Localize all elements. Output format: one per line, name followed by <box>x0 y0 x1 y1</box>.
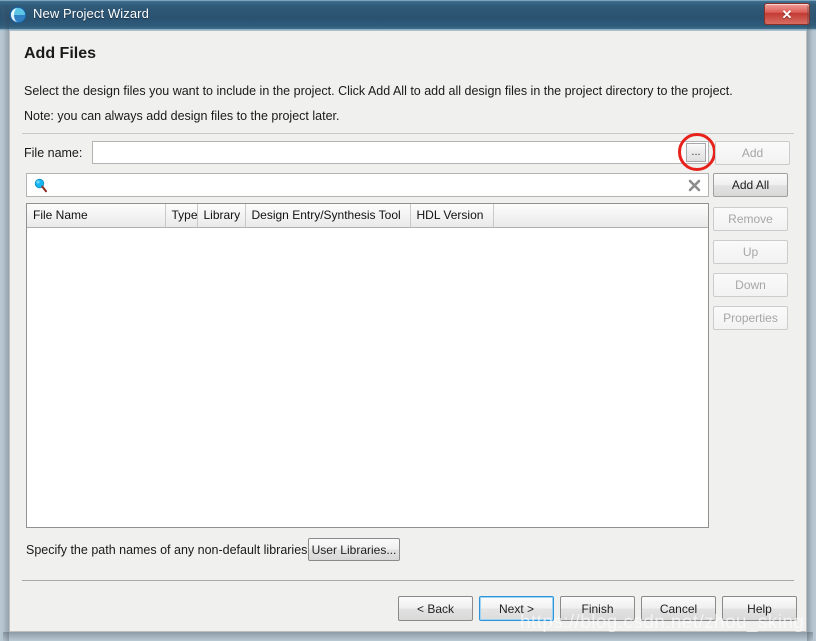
close-button[interactable]: ✕ <box>764 3 810 25</box>
title-bar[interactable]: New Project Wizard ✕ <box>0 0 816 30</box>
remove-button[interactable]: Remove <box>713 207 788 231</box>
bottom-divider <box>22 580 794 581</box>
column-header-design-entry[interactable]: Design Entry/Synthesis Tool <box>245 204 411 228</box>
column-header-hdl-version[interactable]: HDL Version <box>410 204 494 228</box>
browse-ellipsis-button[interactable]: ... <box>686 143 706 162</box>
column-header-file-name[interactable]: File Name <box>27 204 166 228</box>
add-button[interactable]: Add <box>715 141 790 165</box>
user-libraries-button[interactable]: User Libraries... <box>308 538 400 561</box>
clear-x-icon[interactable] <box>687 178 702 193</box>
file-name-input[interactable] <box>92 141 709 164</box>
file-name-label: File name: <box>24 146 83 160</box>
page-title: Add Files <box>24 45 97 62</box>
next-button[interactable]: Next > <box>479 596 554 621</box>
column-header-spacer <box>493 204 708 228</box>
page-description: Select the design files you want to incl… <box>24 84 733 98</box>
files-table[interactable]: File Name Type Library Design Entry/Synt… <box>26 203 709 528</box>
magnifier-icon <box>33 178 49 194</box>
column-header-library[interactable]: Library <box>197 204 246 228</box>
back-button[interactable]: < Back <box>398 596 473 621</box>
column-header-type[interactable]: Type <box>165 204 198 228</box>
search-input[interactable] <box>55 176 689 197</box>
window-shadow-right <box>807 6 816 641</box>
quartus-globe-icon <box>9 6 27 24</box>
user-libraries-label: Specify the path names of any non-defaul… <box>26 543 311 557</box>
table-body-empty <box>27 227 708 527</box>
close-icon: ✕ <box>781 6 793 22</box>
help-button[interactable]: Help <box>722 596 797 621</box>
cancel-button[interactable]: Cancel <box>641 596 716 621</box>
window-shadow-left <box>0 6 9 641</box>
table-header-row: File Name Type Library Design Entry/Synt… <box>27 204 708 228</box>
top-divider <box>22 133 794 134</box>
properties-button[interactable]: Properties <box>713 306 788 330</box>
title-bar-highlight <box>0 0 816 1</box>
add-all-button[interactable]: Add All <box>713 173 788 197</box>
down-button[interactable]: Down <box>713 273 788 297</box>
filter-search-box[interactable] <box>26 173 709 197</box>
up-button[interactable]: Up <box>713 240 788 264</box>
new-project-wizard-window: New Project Wizard ✕ Add Files Select th… <box>0 0 816 641</box>
page-note: Note: you can always add design files to… <box>24 109 340 123</box>
window-title: New Project Wizard <box>33 6 149 21</box>
window-shadow-bottom <box>3 632 813 641</box>
finish-button[interactable]: Finish <box>560 596 635 621</box>
